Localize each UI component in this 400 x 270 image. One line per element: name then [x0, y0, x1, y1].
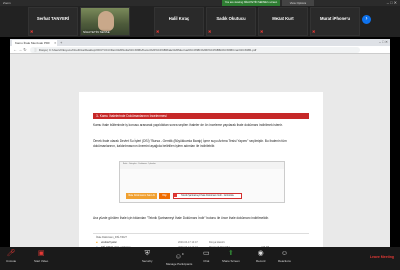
- embedded-screenshot-ihale: İhale · Detaylar · Doküman · İşlemler İh…: [119, 161, 285, 203]
- start-video-label: Start Video: [34, 259, 49, 263]
- participant-tile[interactable]: Sadık Okutucu ✖: [206, 7, 256, 36]
- embedded-download-button: Teknik Şartnameyi İhale Dokümanı İndir -…: [173, 193, 242, 199]
- browser-tab-bar: Kamu İhale Mevzuatı PDF ✕ + – □ ✕: [10, 39, 390, 46]
- security-label: Security: [142, 259, 153, 263]
- unmute-button[interactable]: 🎤︎ Unmute: [6, 249, 16, 263]
- paragraph-3: Ara yüzde görülen İhale için tıklanılan …: [93, 216, 269, 220]
- participant-name: Serhat TANYERİ: [36, 16, 70, 21]
- record-button[interactable]: ◉ Record: [256, 249, 265, 263]
- share-screen-icon: ⬆: [227, 250, 234, 257]
- leave-meeting-button[interactable]: Leave Meeting: [370, 255, 394, 259]
- share-screen-label: Share Screen: [222, 259, 240, 263]
- chat-icon: ▭: [203, 250, 210, 257]
- browser-window-controls[interactable]: – □ ✕: [379, 39, 388, 46]
- participant-name: Sadık Okutucu: [216, 16, 246, 21]
- muted-mic-icon: ✖: [260, 29, 264, 34]
- muted-mic-icon: ✖: [30, 29, 34, 34]
- embedded-buy-button: İhale Dokümanını Satın Al: [126, 193, 157, 199]
- section-heading: 3- Kamu İhalelerinde Dokümanlarının İnce…: [93, 113, 309, 119]
- participant-name: Mezat Kurt: [272, 16, 294, 21]
- people-icon: ☺9: [174, 252, 184, 261]
- file-row: ■ eksiklerfiyatlar 2020-04-17 14:47 Dosy…: [96, 241, 225, 244]
- shield-icon: ⛨: [144, 250, 150, 257]
- embedded-nav: İhale · Detaylar · Doküman · İşlemler: [120, 162, 284, 169]
- participant-name: Halil Kıraç: [168, 16, 190, 21]
- shared-screen: Kamu İhale Mevzuatı PDF ✕ + – □ ✕ ← → ↻ …: [0, 37, 400, 264]
- app-title: Zoom: [3, 1, 11, 5]
- tab-title: Kamu İhale Mevzuatı PDF: [15, 41, 51, 45]
- folder-icon: ■: [96, 241, 98, 244]
- reactions-label: Reactions: [278, 259, 291, 263]
- file-icon: ⓘ: [34, 48, 37, 52]
- paragraph-2: Örnek ihale olarak Devlet Su İşleri (DSİ…: [93, 139, 287, 148]
- muted-mic-icon: ✖: [312, 29, 316, 34]
- paragraph-1: Kamu ihale bülteninde iş konusu aranarak…: [93, 123, 283, 127]
- unmute-label: Unmute: [6, 259, 17, 263]
- participants-button[interactable]: ☺9 Manage Participants: [166, 249, 192, 266]
- participant-video-tile[interactable]: NİHAYETİN SENSE: [80, 7, 130, 36]
- reaction-icon: ☺: [280, 250, 288, 257]
- back-forward-reload-icons[interactable]: ← → ↻: [13, 46, 27, 54]
- address-bar[interactable]: ⓘ Dosya | C:/Users/Okuyucu/OneDrive/Deskt…: [30, 47, 360, 53]
- video-off-icon: ▣: [37, 250, 45, 257]
- muted-mic-icon: ✖: [156, 29, 160, 34]
- record-icon: ◉: [257, 250, 264, 257]
- browser-toolbar: ← → ↻ ⓘ Dosya | C:/Users/Okuyucu/OneDrive…: [10, 46, 390, 54]
- meeting-controls: 🎤︎ Unmute ▣ Start Video ⛨ Security ☺9 Ma…: [0, 247, 400, 270]
- participant-tile[interactable]: Murat iPhone'u ✖: [310, 7, 360, 36]
- embedded-info-button: Bilgi: [159, 193, 170, 199]
- address-text: Dosya | C:/Users/Okuyucu/OneDrive/Deskto…: [38, 48, 257, 52]
- muted-mic-icon: 🎤︎: [6, 250, 16, 257]
- participant-tile[interactable]: Serhat TANYERİ ✖: [28, 7, 78, 36]
- record-label: Record: [256, 259, 266, 263]
- next-page-icon[interactable]: ›: [362, 15, 371, 24]
- muted-mic-icon: ✖: [208, 29, 212, 34]
- pdf-viewer[interactable]: 3- Kamu İhalelerinde Dokümanlarının İnce…: [10, 54, 390, 264]
- participant-tile[interactable]: Mezat Kurt ✖: [258, 7, 308, 36]
- participant-tile[interactable]: Halil Kıraç ✖: [154, 7, 204, 36]
- participant-strip: Serhat TANYERİ ✖ NİHAYETİN SENSE Halil K…: [0, 6, 400, 37]
- participant-name: Murat iPhone'u: [319, 16, 351, 21]
- share-screen-button[interactable]: ⬆ Share Screen: [222, 249, 240, 263]
- reactions-button[interactable]: ☺ Reactions: [278, 249, 291, 263]
- participant-video: [98, 11, 114, 31]
- chat-label: Chat: [203, 259, 210, 263]
- participant-count: 9: [181, 252, 184, 256]
- participant-video-label: NİHAYETİN SENSE: [83, 30, 110, 34]
- chat-button[interactable]: ▭ Chat: [203, 249, 210, 263]
- security-button[interactable]: ⛨ Security: [142, 249, 152, 263]
- participants-label: Manage Participants: [166, 262, 193, 267]
- file-list-heading: İhale Dokümanı_DSİ-73027: [96, 236, 127, 239]
- pdf-page: 3- Kamu İhalelerinde Dokümanlarının İnce…: [79, 92, 323, 264]
- start-video-button[interactable]: ▣ Start Video: [34, 249, 48, 263]
- highlight-marker-icon: [174, 194, 177, 197]
